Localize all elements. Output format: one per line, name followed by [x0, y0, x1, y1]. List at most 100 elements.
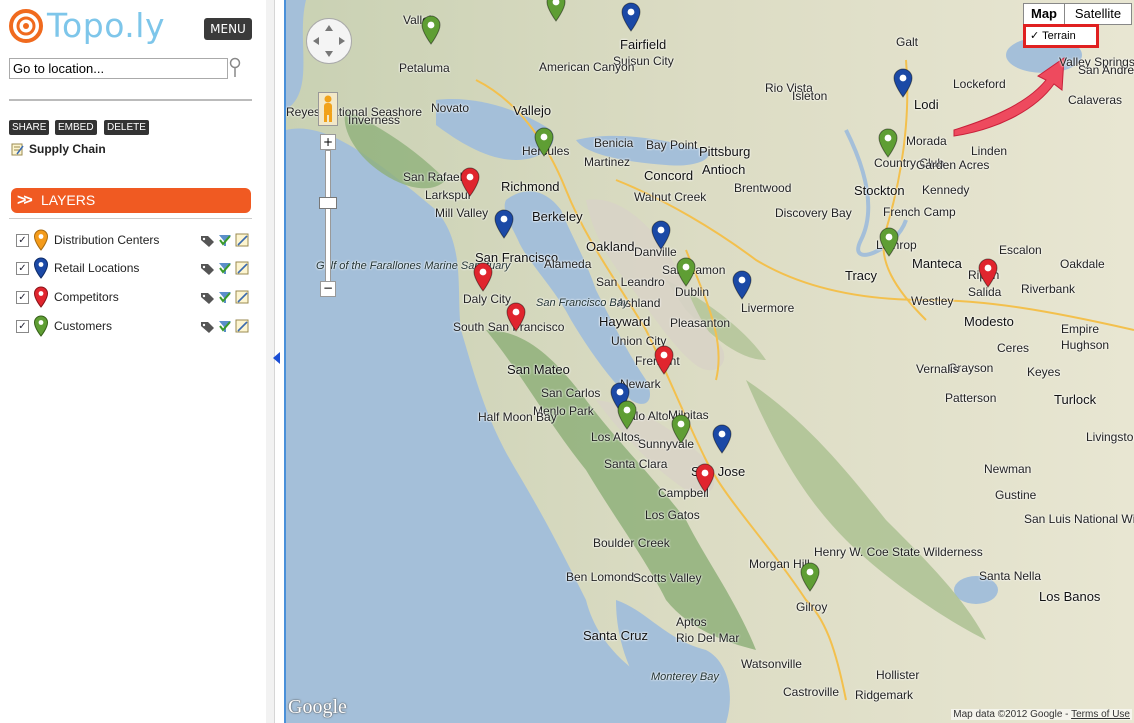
zoom-slider-track[interactable] — [325, 150, 331, 286]
map-marker[interactable] — [731, 270, 753, 300]
map-marker[interactable] — [694, 463, 716, 493]
pan-control[interactable] — [306, 18, 352, 64]
distribution-pin-icon — [33, 229, 49, 251]
tag-icon[interactable] — [201, 293, 214, 304]
map-marker[interactable] — [493, 209, 515, 239]
layer-checkbox[interactable]: ✓ — [16, 234, 29, 247]
app-logo[interactable]: Topo.ly — [9, 9, 165, 43]
map-marker[interactable] — [650, 220, 672, 250]
location-search-input[interactable] — [9, 58, 228, 79]
place-label: Santa Nella — [979, 569, 1042, 583]
layer-checkbox[interactable]: ✓ — [16, 291, 29, 304]
place-label: Walnut Creek — [634, 190, 707, 204]
terms-of-use-link[interactable]: Terms of Use — [1071, 709, 1130, 720]
map-marker[interactable] — [472, 262, 494, 292]
topoly-logo-icon — [9, 9, 43, 43]
place-label: Monterey Bay — [651, 671, 719, 683]
zoom-out-button[interactable]: − — [320, 281, 336, 297]
layer-label: Retail Locations — [54, 261, 140, 275]
share-button[interactable]: SHARE — [9, 120, 50, 135]
layer-tools — [201, 319, 249, 333]
place-label: Escalon — [999, 243, 1042, 257]
edit-icon[interactable] — [235, 319, 249, 333]
edit-icon[interactable] — [235, 290, 249, 304]
map-marker[interactable] — [670, 414, 692, 444]
place-label: Ridgemark — [855, 688, 914, 702]
place-label: Pleasanton — [670, 316, 731, 330]
menu-button[interactable]: MENU — [204, 18, 252, 40]
map-marker[interactable] — [620, 2, 642, 32]
place-label: Westley — [911, 294, 954, 308]
map-marker[interactable] — [977, 258, 999, 288]
map-marker[interactable] — [505, 302, 527, 332]
map-marker[interactable] — [533, 127, 555, 157]
layer-tools — [201, 290, 249, 304]
map-title[interactable]: Supply Chain — [11, 141, 106, 157]
layers-header[interactable]: >> LAYERS — [11, 188, 251, 213]
map-canvas[interactable]: Vallejo Petaluma Fairfield Suisun City N… — [286, 0, 1134, 723]
map-marker[interactable] — [616, 400, 638, 430]
place-label: Oakdale — [1060, 257, 1105, 271]
filter-icon[interactable] — [219, 321, 231, 332]
layer-checkbox[interactable]: ✓ — [16, 262, 29, 275]
place-label: Berkeley — [532, 209, 583, 224]
layer-tools — [201, 233, 249, 247]
place-label: Hayward — [599, 314, 651, 329]
place-label: Discovery Bay — [775, 206, 852, 220]
tag-icon[interactable] — [201, 236, 214, 247]
map-marker[interactable] — [653, 345, 675, 375]
place-label: American Canyon — [539, 60, 635, 74]
place-label: Keyes — [1027, 365, 1061, 379]
place-label: Bay Point — [646, 138, 698, 152]
filter-icon[interactable] — [219, 292, 231, 303]
place-label: Los Altos — [591, 430, 640, 444]
zoom-slider-thumb[interactable] — [319, 197, 337, 209]
filter-icon[interactable] — [219, 263, 231, 274]
place-label: Morada — [906, 134, 947, 148]
document-icon — [11, 143, 24, 155]
layer-checkbox[interactable]: ✓ — [16, 320, 29, 333]
map-type-map-button[interactable]: Map — [1023, 3, 1065, 25]
tag-icon[interactable] — [201, 322, 214, 333]
embed-button[interactable]: EMBED — [55, 120, 97, 135]
map-marker[interactable] — [459, 167, 481, 197]
map-marker[interactable] — [545, 0, 567, 22]
place-label: Livermore — [741, 301, 795, 315]
place-label: San Mateo — [507, 362, 570, 377]
place-label: Half Moon Bay — [478, 410, 557, 424]
place-label: Modesto — [964, 314, 1014, 329]
map-marker[interactable] — [420, 15, 442, 45]
place-label: San Rafael — [403, 170, 463, 184]
map-marker[interactable] — [877, 128, 899, 158]
place-label: Benicia — [594, 136, 634, 150]
filter-icon[interactable] — [219, 235, 231, 246]
edit-icon[interactable] — [235, 261, 249, 275]
terrain-checkbox[interactable]: ✓ Terrain — [1023, 24, 1099, 48]
place-label: Dublin — [675, 285, 710, 299]
edit-icon[interactable] — [235, 233, 249, 247]
map-marker[interactable] — [878, 227, 900, 257]
map-marker[interactable] — [892, 68, 914, 98]
map-marker[interactable] — [711, 424, 733, 454]
delete-button[interactable]: DELETE — [104, 120, 149, 135]
layer-label: Customers — [54, 319, 113, 333]
tag-icon[interactable] — [201, 264, 214, 275]
place-label: Riverbank — [1021, 282, 1076, 296]
place-label: Livingston — [1086, 430, 1134, 444]
location-pin-icon[interactable] — [228, 57, 242, 79]
place-label: Mill Valley — [435, 206, 489, 220]
map-type-satellite-button[interactable]: Satellite — [1064, 3, 1132, 25]
place-label: Castroville — [783, 685, 840, 699]
attribution-text: Map data ©2012 Google - — [953, 709, 1072, 720]
pegman-icon[interactable] — [318, 92, 338, 126]
map-marker[interactable] — [675, 257, 697, 287]
place-label: Rio Del Mar — [676, 631, 740, 645]
place-label: Aptos — [676, 615, 707, 629]
place-label: Boulder Creek — [593, 536, 670, 550]
zoom-in-button[interactable]: + — [320, 134, 336, 150]
map-title-text: Supply Chain — [29, 142, 106, 156]
place-label: San Luis National Wildlife Refuge — [1024, 512, 1134, 526]
terrain-label: Terrain — [1042, 30, 1076, 42]
map-marker[interactable] — [799, 562, 821, 592]
collapse-arrow-icon[interactable] — [273, 352, 280, 364]
